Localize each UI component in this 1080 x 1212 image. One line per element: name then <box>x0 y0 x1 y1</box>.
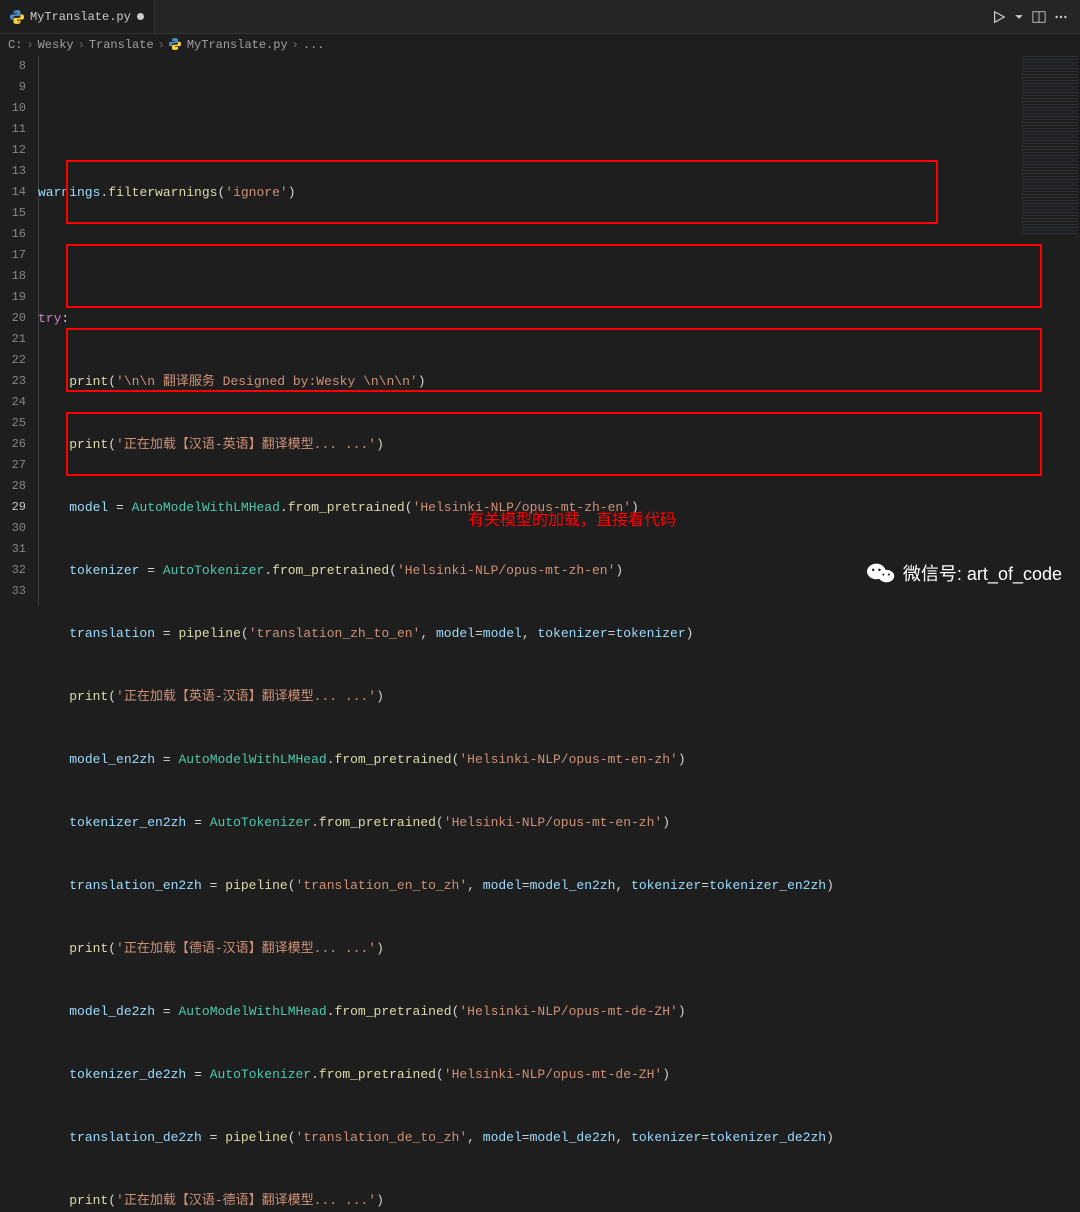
minimap[interactable] <box>1022 56 1078 236</box>
breadcrumb-part[interactable]: Wesky <box>38 38 74 52</box>
more-actions-button[interactable] <box>1054 10 1068 24</box>
breadcrumb[interactable]: C: › Wesky › Translate › MyTranslate.py … <box>0 34 1080 56</box>
breadcrumb-trailing[interactable]: ... <box>303 38 325 52</box>
modified-indicator-icon <box>137 13 144 20</box>
editor-tab[interactable]: MyTranslate.py <box>0 0 155 33</box>
chevron-right-icon: › <box>158 38 165 52</box>
run-controls <box>992 10 1080 24</box>
tab-bar: MyTranslate.py <box>0 0 1080 34</box>
split-editor-button[interactable] <box>1032 10 1046 24</box>
chevron-right-icon: › <box>292 38 299 52</box>
run-button[interactable] <box>992 10 1006 24</box>
python-file-icon <box>10 10 24 24</box>
breadcrumb-part[interactable]: Translate <box>89 38 154 52</box>
tab-filename: MyTranslate.py <box>30 10 131 24</box>
breadcrumb-file[interactable]: MyTranslate.py <box>187 38 288 52</box>
code-area[interactable]: warnings.filterwarnings('ignore') try: p… <box>38 56 1080 606</box>
breadcrumb-part[interactable]: C: <box>8 38 22 52</box>
chevron-right-icon: › <box>78 38 85 52</box>
code-editor[interactable]: 8910111213141516171819202122232425262728… <box>0 56 1080 606</box>
line-number-gutter: 8910111213141516171819202122232425262728… <box>0 56 38 606</box>
python-file-icon <box>169 38 183 52</box>
run-dropdown[interactable] <box>1014 12 1024 22</box>
chevron-right-icon: › <box>26 38 33 52</box>
